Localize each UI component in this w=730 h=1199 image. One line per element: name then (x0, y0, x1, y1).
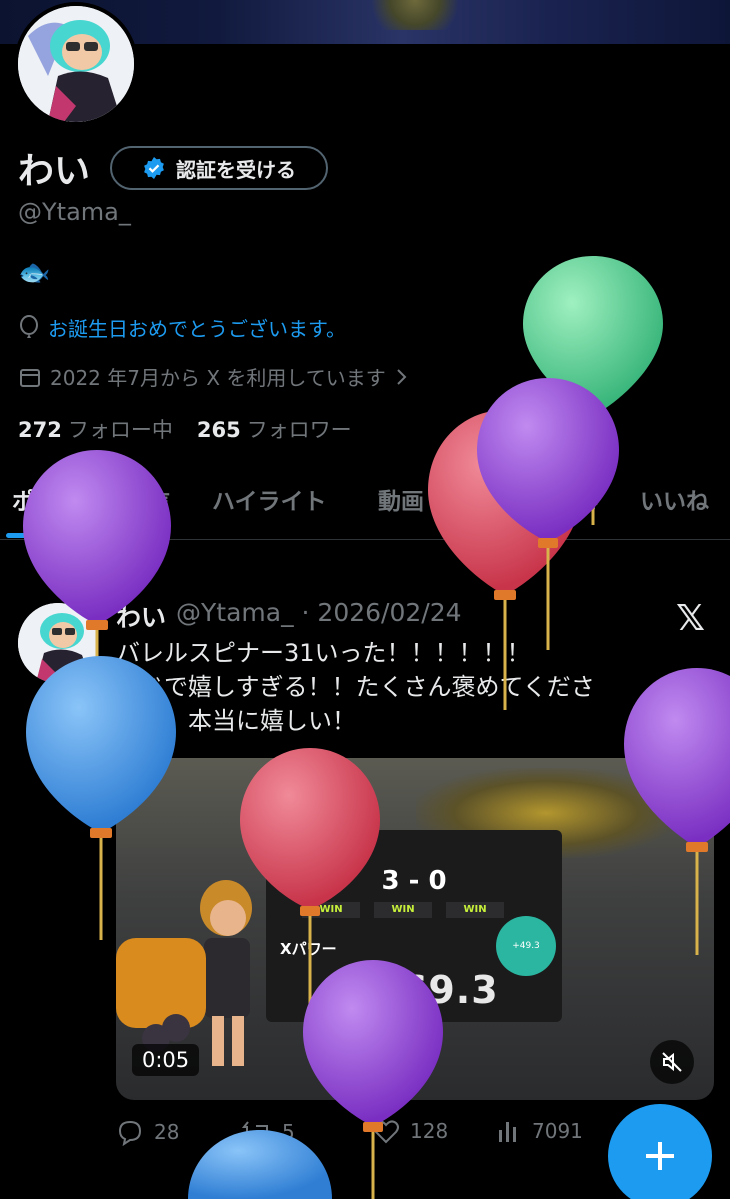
birthday-text: お誕生日おめでとうございます。 (48, 317, 346, 341)
joined-line[interactable]: 2022 年7月から X を利用しています (18, 362, 408, 391)
post-author-name[interactable]: わい (116, 598, 166, 634)
avatar-illustration (18, 6, 134, 122)
tab-posts[interactable]: ポスト (12, 482, 81, 516)
profile-handle: @Ytama_ (18, 198, 131, 226)
win-badge: WIN (302, 902, 360, 918)
reply-count: 28 (154, 1120, 180, 1144)
verified-badge-icon (144, 157, 164, 179)
match-result-card: 3 - 0 WIN WIN WIN Xパワー 3069.3 +49.3 (266, 830, 562, 1022)
compose-post-button[interactable] (608, 1104, 712, 1199)
post-video[interactable]: 3 - 0 WIN WIN WIN Xパワー 3069.3 +49.3 0:05 (116, 758, 714, 1100)
profile-bio: 🐟 (18, 258, 51, 288)
like-count: 128 (410, 1119, 449, 1143)
profile-avatar[interactable] (14, 2, 138, 126)
xpower-delta: +49.3 (496, 916, 556, 976)
match-score: 3 - 0 (381, 866, 447, 896)
post-author-avatar[interactable] (18, 603, 98, 683)
like-button[interactable]: 128 (372, 1118, 448, 1144)
post-header: わい @Ytama_ · 2026/02/24 (116, 598, 462, 634)
repost-button[interactable]: 5 (242, 1118, 295, 1146)
joined-text: 2022 年7月から X を利用しています (50, 366, 386, 390)
mute-button[interactable] (650, 1040, 694, 1084)
pin-icon (85, 569, 97, 586)
chevron-right-icon (397, 368, 407, 385)
post-text: バレルスピナー31いった！！！！！！ まじで嬉しすぎる！！たくさん褒めてくださ … (116, 639, 595, 735)
tab-replies[interactable]: 返信 (124, 482, 170, 516)
mute-icon (662, 1052, 682, 1072)
tab-images[interactable]: 画像 (464, 482, 510, 516)
balloon-icon (20, 314, 38, 338)
tab-articles[interactable]: 記事 (552, 482, 598, 516)
plus-icon (646, 1142, 674, 1170)
xpower-label: Xパワー (280, 940, 337, 958)
get-verified-label: 認証を受ける (176, 157, 296, 182)
profile-tabs: ポスト 返信 ハイライト 動画 画像 記事 いいね (0, 470, 730, 540)
view-count: 7091 (532, 1119, 583, 1143)
post-author-handle-date[interactable]: @Ytama_ · 2026/02/24 (176, 598, 462, 634)
calendar-icon (20, 368, 40, 387)
win-badge: WIN (446, 902, 504, 918)
tab-videos[interactable]: 動画 (378, 482, 424, 516)
followers-link[interactable]: 265 フォロワー (197, 414, 352, 444)
pinned-text: 固定 (108, 568, 144, 589)
tab-likes[interactable]: いいね (640, 482, 709, 516)
post-avatar-illustration (18, 603, 98, 683)
xpower-value: 3069.3 (346, 968, 499, 1012)
views-button[interactable]: 7091 (496, 1118, 583, 1144)
tab-highlights[interactable]: ハイライト (212, 482, 327, 516)
views-icon (499, 1122, 516, 1142)
win-badge: WIN (374, 902, 432, 918)
get-verified-button[interactable]: 認証を受ける (110, 146, 328, 190)
following-link[interactable]: 272 フォロー中 (18, 414, 173, 444)
active-tab-indicator (6, 533, 98, 538)
birthday-line: お誕生日おめでとうございます。 (18, 313, 346, 342)
x-logo-icon: 𝕏 (676, 598, 706, 639)
banner-decoration (360, 0, 470, 30)
repost-icon (242, 1121, 272, 1143)
pinned-label: 固定 (82, 564, 144, 590)
profile-name: わい (18, 151, 91, 192)
like-icon (373, 1120, 399, 1144)
reply-button[interactable]: 28 (116, 1118, 179, 1146)
win-row: WIN WIN WIN (302, 902, 504, 918)
video-duration: 0:05 (132, 1044, 200, 1076)
repost-count: 5 (282, 1120, 295, 1144)
follow-stats: 272 フォロー中 265 フォロワー (18, 414, 352, 444)
post-actions: 28 5 128 7091 (116, 1116, 586, 1150)
reply-icon (118, 1120, 142, 1146)
